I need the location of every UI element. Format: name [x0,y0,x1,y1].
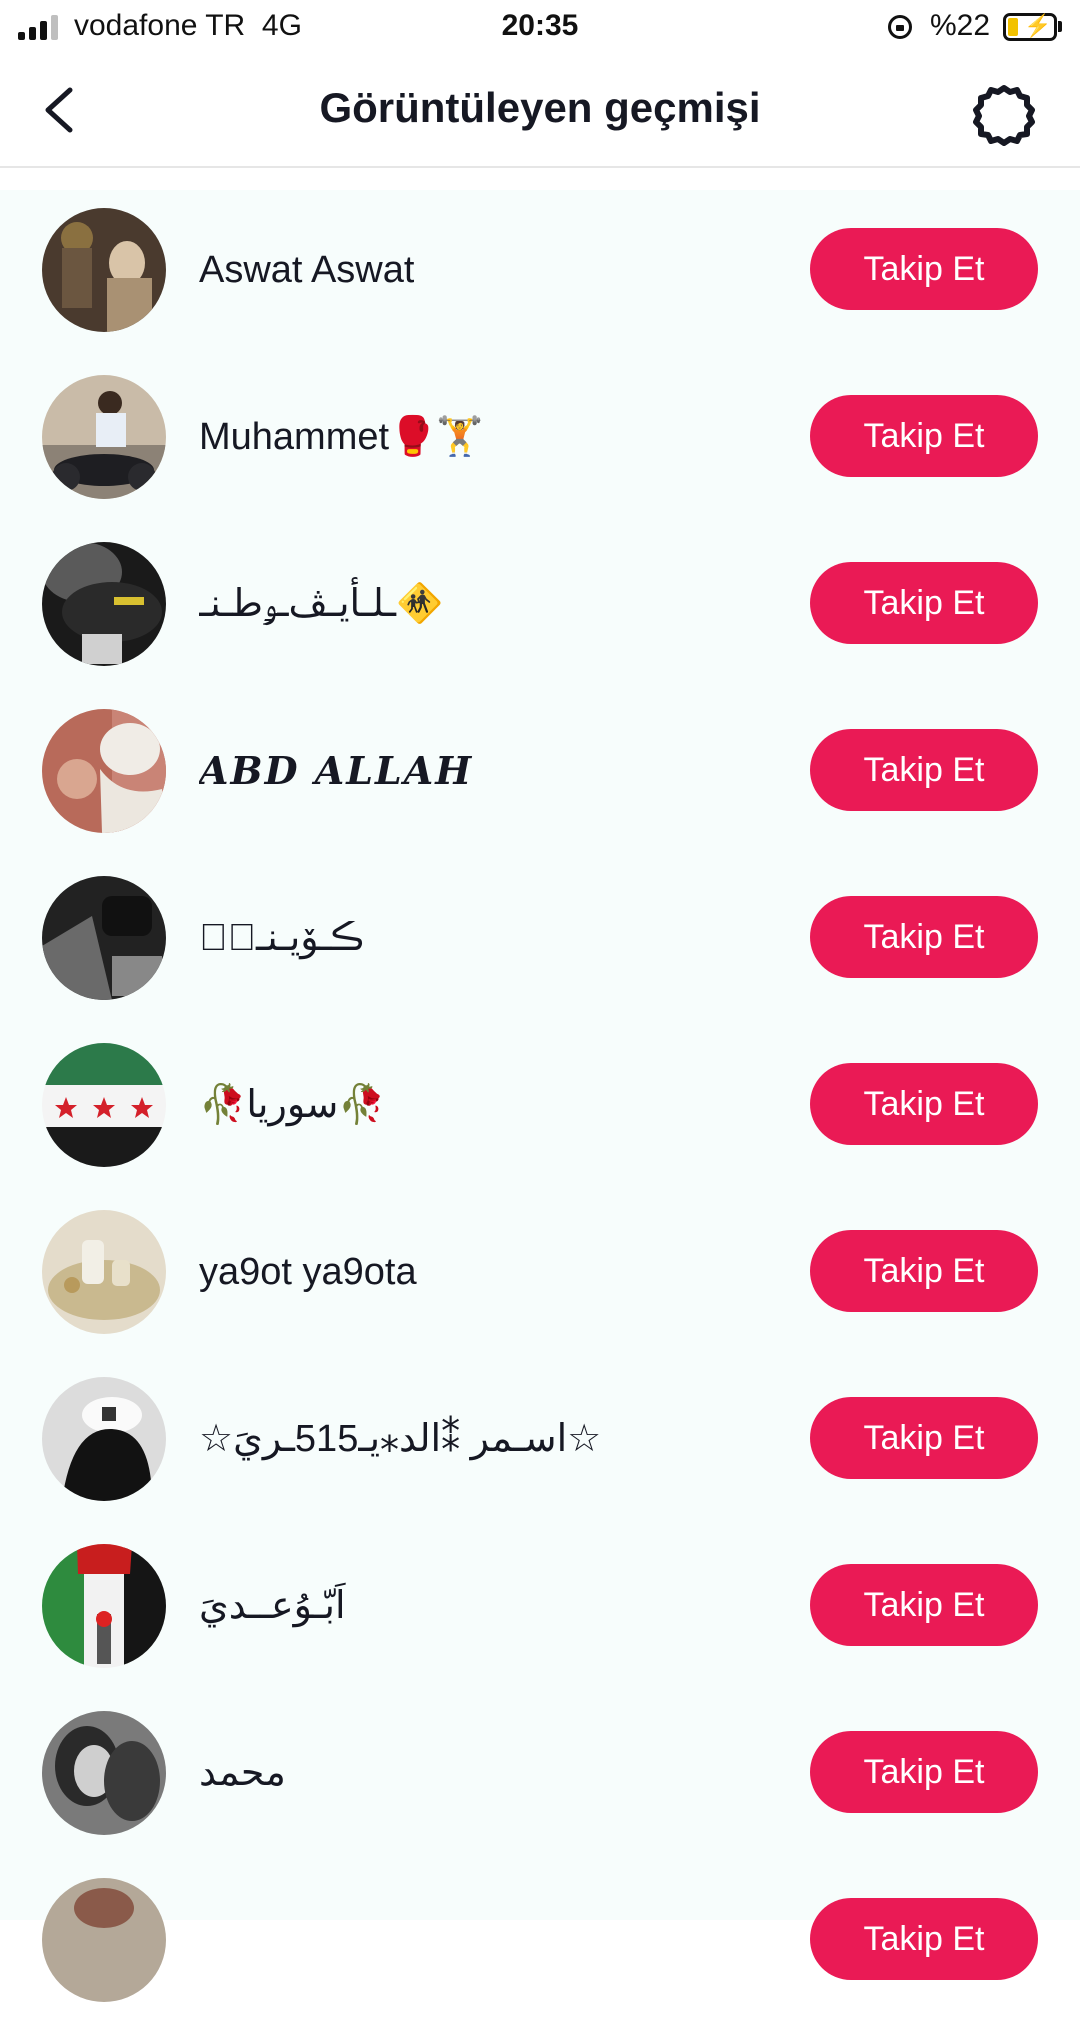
avatar[interactable] [42,876,166,1000]
viewer-name[interactable]: 𝑨𝑩𝑫 𝑨𝑳𝑳𝑨𝑯 [199,741,473,801]
avatar[interactable] [42,1711,166,1835]
avatar[interactable] [42,1377,166,1501]
viewer-row[interactable]: Aswat Aswat Takip Et [0,190,1080,357]
viewer-row[interactable]: Muhammet🥊🏋 Takip Et [0,357,1080,524]
viewer-name[interactable]: ڪـۆيـنـيۧ [199,908,364,968]
avatar[interactable] [42,208,166,332]
avatar[interactable] [42,1544,166,1668]
viewer-name[interactable]: ya9ot ya9ota [199,1242,417,1302]
viewer-row[interactable]: ـلـأيـﭫـﯡطـنـ🚸 Takip Et [0,524,1080,691]
gear-icon[interactable] [972,82,1036,146]
viewer-row[interactable]: محمد Takip Et [0,1693,1080,1860]
viewer-name[interactable]: 🥀سوريا🥀 [199,1075,386,1135]
viewer-row[interactable]: ya9ot ya9ota Takip Et [0,1192,1080,1359]
follow-button[interactable]: Takip Et [810,395,1038,477]
avatar[interactable] [42,375,166,499]
rotation-lock-icon [888,15,912,39]
follow-button[interactable]: Takip Et [810,1898,1038,1980]
avatar[interactable] [42,542,166,666]
follow-button[interactable]: Takip Et [810,1230,1038,1312]
viewer-row[interactable]: 🥀سوريا🥀 Takip Et [0,1025,1080,1192]
viewer-list: Aswat Aswat Takip Et Muhammet🥊🏋 Takip Et… [0,190,1080,2002]
follow-button[interactable]: Takip Et [810,896,1038,978]
clock: 20:35 [501,9,579,42]
avatar[interactable] [42,1210,166,1334]
avatar[interactable] [42,1043,166,1167]
avatar[interactable] [42,709,166,833]
avatar[interactable] [42,1878,166,2002]
viewer-name[interactable]: محمد [199,1743,286,1803]
follow-button[interactable]: Takip Et [810,562,1038,644]
follow-button[interactable]: Takip Et [810,1731,1038,1813]
viewer-row[interactable]: ڪـۆيـنـيۧ Takip Et [0,858,1080,1025]
follow-button[interactable]: Takip Et [810,1063,1038,1145]
battery-icon: ⚡ [1003,13,1057,41]
viewer-name[interactable]: Muhammet🥊🏋 [199,407,484,467]
viewer-row[interactable]: Takip Et [0,1860,1080,2027]
status-bar: vodafone TR 4G 20:35 %22 ⚡ [0,0,1080,54]
follow-button[interactable]: Takip Et [810,228,1038,310]
viewer-name[interactable]: اَبّـوُعــديَ [199,1576,346,1636]
viewer-row[interactable]: 𝑨𝑩𝑫 𝑨𝑳𝑳𝑨𝑯 Takip Et [0,691,1080,858]
follow-button[interactable]: Takip Et [810,1564,1038,1646]
header: Görüntüleyen geçmişi [0,54,1080,168]
follow-button[interactable]: Takip Et [810,729,1038,811]
page-title: Görüntüleyen geçmişi [319,84,761,131]
battery-tip [1058,21,1062,32]
viewer-name[interactable]: ـلـأيـﭫـﯡطـنـ🚸 [199,574,443,634]
viewer-row[interactable]: ☆اسـمر ⁑الد⁎يـ515ـريَ☆ Takip Et [0,1359,1080,1526]
follow-button[interactable]: Takip Et [810,1397,1038,1479]
viewer-name[interactable]: Aswat Aswat [199,240,414,300]
battery-percent: %22 [930,9,991,42]
viewer-name[interactable]: ☆اسـمر ⁑الد⁎يـ515ـريَ☆ [199,1409,601,1469]
viewer-row[interactable]: اَبّـوُعــديَ Takip Et [0,1526,1080,1693]
